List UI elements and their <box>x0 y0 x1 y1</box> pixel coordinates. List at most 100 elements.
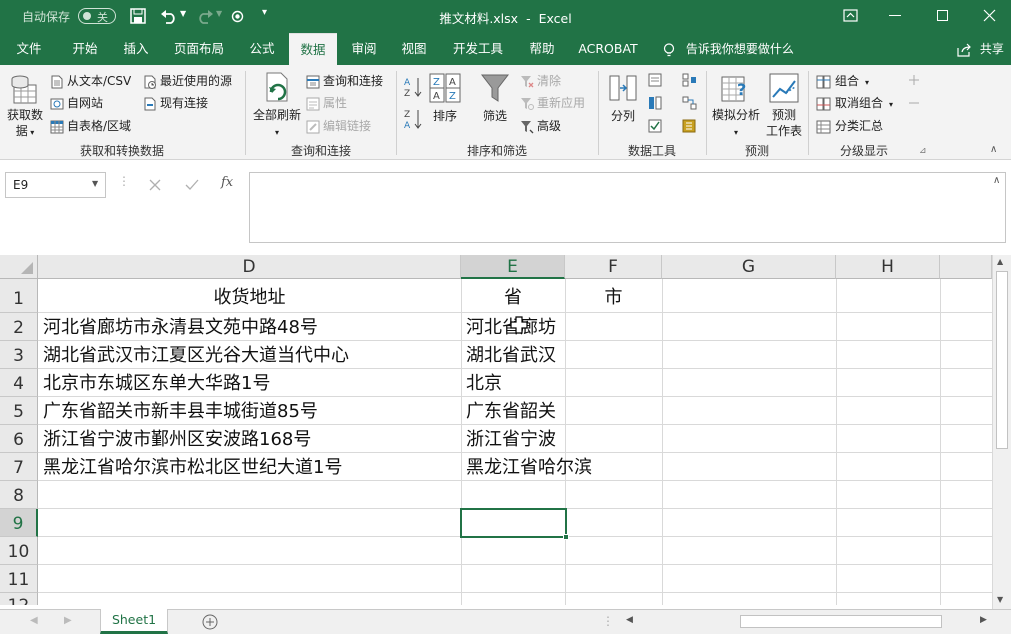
tab-file[interactable]: 文件 <box>6 33 52 65</box>
horizontal-scroll-thumb[interactable] <box>740 615 942 628</box>
sort-a-z-icon[interactable]: AZ <box>403 75 423 99</box>
show-detail-icon[interactable] <box>906 73 922 87</box>
get-data-button[interactable]: 获取数 据 ▾ <box>4 69 46 139</box>
properties-button[interactable]: 属性 <box>306 95 347 111</box>
autosave-toggle[interactable]: 关 <box>78 8 116 24</box>
clear-filter-button[interactable]: 清除 <box>520 73 561 89</box>
tab-review[interactable]: 审阅 <box>342 33 386 65</box>
insert-function-icon[interactable]: fx <box>221 175 233 190</box>
enter-icon[interactable] <box>185 179 199 191</box>
cell-d5[interactable]: 广东省韶关市新丰县丰城街道85号 <box>43 398 318 425</box>
row-header[interactable]: 1 <box>0 279 38 313</box>
ungroup-button[interactable]: 取消组合 ▾ <box>816 95 893 113</box>
customize-qat-icon[interactable]: ▾ <box>262 7 267 18</box>
recent-sources-button[interactable]: 最近使用的源 <box>143 73 232 89</box>
edit-links-button[interactable]: 编辑链接 <box>306 118 371 134</box>
column-header-f[interactable]: F <box>565 255 662 279</box>
select-all-corner[interactable] <box>0 255 38 279</box>
row-header[interactable]: 2 <box>0 313 38 341</box>
maximize-icon[interactable] <box>937 10 948 21</box>
dialog-launcher-icon[interactable]: ⊿ <box>919 146 927 156</box>
cell-f1[interactable]: 市 <box>565 284 662 311</box>
remove-duplicates-icon[interactable] <box>648 96 664 110</box>
cell-e5[interactable]: 广东省韶关 <box>466 398 556 425</box>
from-web-button[interactable]: 自网站 <box>50 95 103 111</box>
close-icon[interactable] <box>983 9 996 22</box>
tab-insert[interactable]: 插入 <box>114 33 158 65</box>
cell-d2[interactable]: 河北省廊坊市永清县文苑中路48号 <box>43 314 318 341</box>
what-if-analysis-button[interactable]: ? 模拟分析 ▾ <box>710 71 762 141</box>
column-header-g[interactable]: G <box>662 255 836 279</box>
data-validation-icon[interactable] <box>648 119 664 133</box>
forecast-sheet-button[interactable]: 预测 工作表 <box>764 71 804 141</box>
fill-handle[interactable] <box>563 534 569 540</box>
undo-icon[interactable] <box>160 8 178 24</box>
column-header-d[interactable]: D <box>38 255 461 279</box>
row-header[interactable]: 6 <box>0 425 38 453</box>
reapply-button[interactable]: 重新应用 <box>520 95 585 111</box>
undo-dropdown-icon[interactable]: ▼ <box>180 9 186 18</box>
add-sheet-icon[interactable] <box>202 614 218 630</box>
tab-home[interactable]: 开始 <box>62 33 108 65</box>
cell-d7[interactable]: 黑龙江省哈尔滨市松北区世纪大道1号 <box>43 454 342 481</box>
column-header-e[interactable]: E <box>461 255 565 279</box>
name-box-dropdown-icon[interactable]: ▼ <box>92 179 98 188</box>
redo-icon[interactable] <box>196 8 214 24</box>
save-icon[interactable] <box>130 8 146 24</box>
scroll-up-icon[interactable]: ▲ <box>997 257 1003 266</box>
text-to-columns-button[interactable]: 分列 <box>604 71 642 137</box>
subtotal-button[interactable]: 分类汇总 <box>816 118 883 134</box>
cell-e1[interactable]: 省 <box>461 284 565 311</box>
row-header[interactable]: 8 <box>0 481 38 509</box>
collapse-formula-bar-icon[interactable]: ∧ <box>993 175 1000 186</box>
hide-detail-icon[interactable] <box>906 96 922 110</box>
cell-d4[interactable]: 北京市东城区东单大华路1号 <box>43 370 270 397</box>
record-icon[interactable] <box>231 10 244 23</box>
row-header[interactable]: 11 <box>0 565 38 593</box>
formula-input[interactable]: ∧ <box>249 172 1006 243</box>
selected-cell-e9[interactable] <box>460 508 567 538</box>
tab-formulas[interactable]: 公式 <box>240 33 284 65</box>
share-button[interactable]: 共享 <box>956 33 1004 65</box>
row-header[interactable]: 10 <box>0 537 38 565</box>
horizontal-scrollbar[interactable]: ◀ ▶ <box>622 613 992 630</box>
cancel-icon[interactable] <box>149 179 161 191</box>
vertical-scrollbar[interactable]: ▲ ▼ <box>992 255 1011 609</box>
split-handle-icon[interactable]: ⋮ <box>602 614 614 628</box>
group-button[interactable]: 组合 ▾ <box>816 73 869 91</box>
scroll-left-icon[interactable]: ◀ <box>626 615 633 625</box>
tab-acrobat[interactable]: ACROBAT <box>572 33 644 65</box>
sort-button[interactable]: ZAAZ 排序 <box>428 71 462 137</box>
cell-d1[interactable]: 收货地址 <box>38 284 461 311</box>
minimize-icon[interactable] <box>889 15 901 16</box>
column-header-h[interactable]: H <box>836 255 940 279</box>
vertical-scroll-thumb[interactable] <box>996 271 1008 449</box>
ribbon-display-options-icon[interactable] <box>843 9 858 22</box>
row-header[interactable]: 12 <box>0 593 38 605</box>
row-header[interactable]: 5 <box>0 397 38 425</box>
scroll-down-icon[interactable]: ▼ <box>997 595 1003 604</box>
name-box[interactable]: E9 ▼ <box>5 172 106 198</box>
tab-help[interactable]: 帮助 <box>520 33 564 65</box>
consolidate-icon[interactable] <box>682 73 698 87</box>
flash-fill-icon[interactable] <box>648 73 664 87</box>
tab-page-layout[interactable]: 页面布局 <box>166 33 232 65</box>
row-header-selected[interactable]: 9 <box>0 509 38 537</box>
row-header[interactable]: 4 <box>0 369 38 397</box>
data-model-icon[interactable] <box>682 119 698 133</box>
cell-e7[interactable]: 黑龙江省哈尔滨 <box>466 454 592 481</box>
scroll-right-icon[interactable]: ▶ <box>980 615 987 625</box>
sort-z-a-icon[interactable]: ZA <box>403 107 423 131</box>
cell-e4[interactable]: 北京 <box>466 370 502 397</box>
row-header[interactable]: 7 <box>0 453 38 481</box>
relationships-icon[interactable] <box>682 96 698 110</box>
refresh-all-button[interactable]: 全部刷新 ▾ <box>252 69 302 141</box>
filter-button[interactable]: 筛选 <box>476 71 514 137</box>
collapse-ribbon-icon[interactable]: ∧ <box>990 144 997 155</box>
tab-view[interactable]: 视图 <box>392 33 436 65</box>
prev-sheet-icon[interactable]: ◀ <box>30 615 38 626</box>
from-text-csv-button[interactable]: 从文本/CSV <box>50 73 131 89</box>
advanced-filter-button[interactable]: 高级 <box>520 118 561 134</box>
cell-e6[interactable]: 浙江省宁波 <box>466 426 556 453</box>
queries-connections-button[interactable]: 查询和连接 <box>306 73 383 89</box>
